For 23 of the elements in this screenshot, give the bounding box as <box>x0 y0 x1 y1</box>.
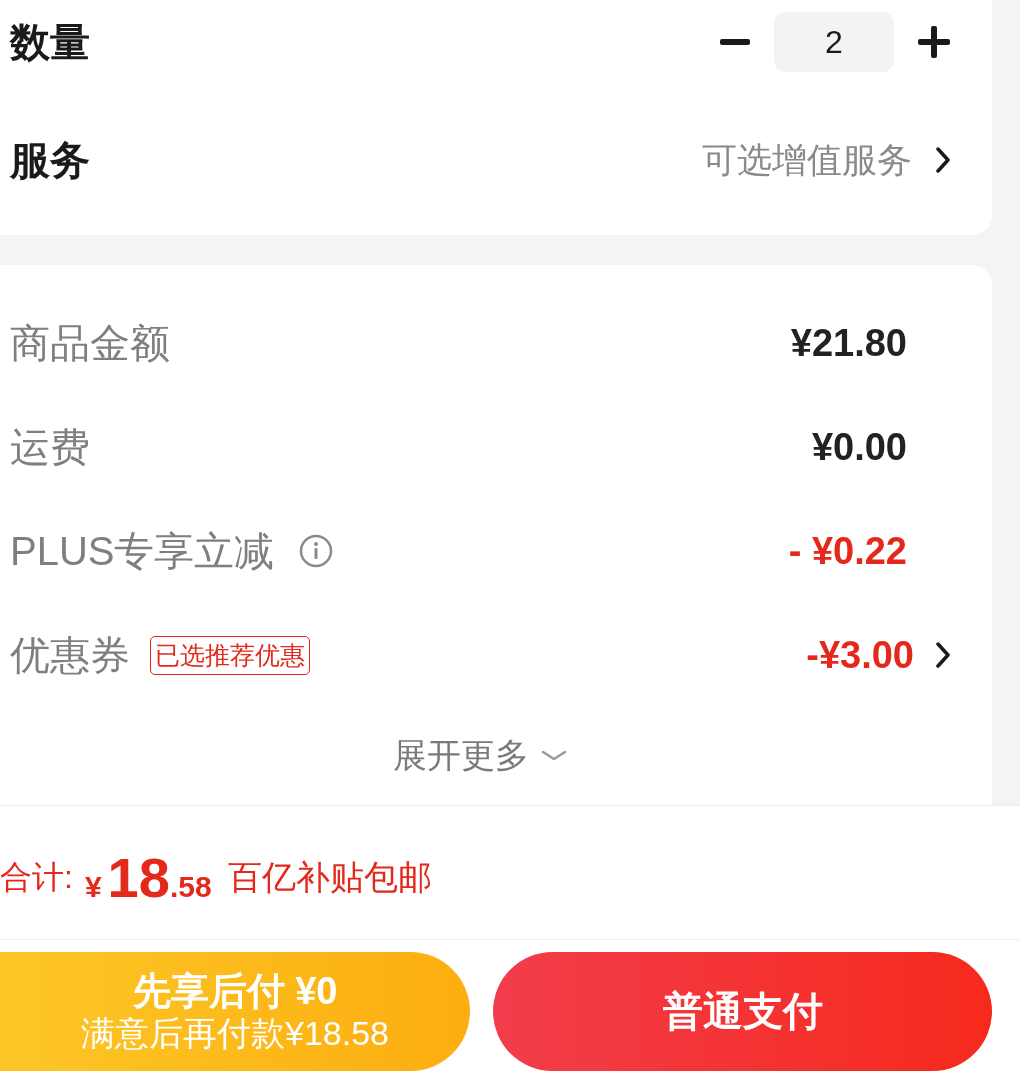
expand-more-button[interactable]: 展开更多 <box>393 733 529 779</box>
total-price: ¥18.58 <box>84 845 212 910</box>
quantity-field[interactable]: 2 <box>774 12 894 72</box>
price-amount: ¥0.00 <box>811 425 907 469</box>
discount-label: PLUS专享立减 <box>10 527 275 575</box>
chevron-right-icon <box>936 147 950 173</box>
shipping-note: 百亿补贴包邮 <box>227 856 432 898</box>
chevron-right-icon <box>936 642 950 668</box>
coupon-label: 优惠券 <box>10 631 130 679</box>
pay-button[interactable]: 普通支付 <box>493 952 992 1071</box>
discount-amount: - ¥0.22 <box>788 529 907 573</box>
service-label: 服务 <box>10 136 90 184</box>
info-icon[interactable] <box>298 534 333 568</box>
coupon-amount[interactable]: -¥3.00 <box>806 633 914 677</box>
service-link[interactable]: 可选增值服务 <box>702 136 912 184</box>
plus-icon[interactable] <box>918 26 950 58</box>
price-label: 运费 <box>10 423 90 471</box>
total-label: 合计: <box>0 857 73 897</box>
minus-icon[interactable] <box>720 39 750 45</box>
coupon-tag: 已选推荐优惠 <box>150 635 310 675</box>
price-amount: ¥21.80 <box>790 321 907 365</box>
quantity-label: 数量 <box>10 18 90 66</box>
price-label: 商品金额 <box>10 319 170 367</box>
